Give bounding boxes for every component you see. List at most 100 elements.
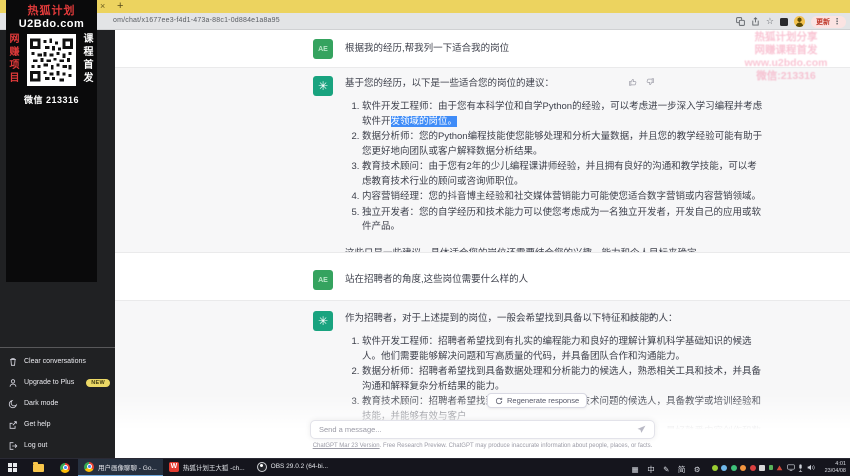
tray-speaker-icon[interactable] [807, 464, 815, 471]
message-input[interactable] [319, 425, 637, 434]
taskbar: 用户画像聊聊 - Go... W 热狐计划王大狐 -ch... OBS 29.0… [0, 458, 850, 476]
clock-date: 23/04/08 [824, 467, 846, 474]
task-button-chrome[interactable]: 用户画像聊聊 - Go... [78, 458, 163, 476]
message-text: 根据我的经历,帮我列一下适合我的岗位 [345, 43, 510, 54]
tray-icon[interactable] [711, 464, 718, 471]
trash-icon [10, 357, 16, 366]
ime-grid-icon: ▦ [631, 464, 639, 474]
tray-volume-warning-icon[interactable] [776, 464, 783, 471]
sidebar-item-clear-conversations[interactable]: Clear conversations [0, 351, 115, 372]
ime-simplified-icon[interactable]: 简 [678, 465, 686, 474]
ime-indicator[interactable]: ▦ 中 ✎ 简 ⚙ [628, 459, 701, 476]
file-explorer-button[interactable] [25, 459, 52, 476]
list-item-text: 内容营销经理：您的抖音博主经验和社交媒体营销能力可能使您适合数字营销或内容营销领… [362, 191, 762, 202]
share-icon[interactable] [751, 17, 760, 26]
openai-logo-icon: ✳ [317, 314, 329, 328]
refresh-icon [495, 397, 503, 404]
assistant-avatar: ✳ [313, 311, 333, 331]
message-text: 站在招聘者的角度,这些岗位需要什么样的人 [345, 274, 529, 285]
overlay-title: 热狐计划 [27, 5, 76, 17]
chrome-pinned-button[interactable] [52, 459, 78, 476]
list-item-text: 教育技术顾问：由于您有2年的少儿编程课讲师经验，并且拥有良好的沟通和教学技能，可… [362, 161, 757, 187]
task-button-wps[interactable]: W 热狐计划王大狐 -ch... [163, 459, 251, 476]
sidebar-item-label: Upgrade to Plus [24, 379, 75, 386]
list-item: 数据分析师：您的Python编程技能使您能够处理和分析大量数据，并且您的教学经验… [362, 130, 765, 159]
overlay-right-text: 课程首发 [83, 34, 94, 84]
sidebar-menu: Clear conversations Upgrade to Plus NEW … [0, 347, 115, 458]
tray-icon[interactable] [740, 464, 747, 471]
sidebar-item-label: Clear conversations [24, 358, 86, 365]
windows-icon [8, 463, 17, 472]
sidebar-item-log-out[interactable]: Log out [0, 435, 115, 456]
user-icon [9, 378, 17, 387]
tray-clock[interactable]: 4:01 23/04/08 [825, 461, 846, 474]
qr-promo-overlay: 热狐计划 U2Bdo.com 网赚项目 课程首发 微信 213316 [6, 0, 97, 282]
openai-logo-icon: ✳ [317, 79, 329, 93]
sidebar-item-upgrade-to-plus[interactable]: Upgrade to Plus NEW [0, 372, 115, 393]
tray-icon[interactable] [749, 464, 756, 471]
qr-middle: 网赚项目 课程首发 [6, 33, 97, 89]
assistant-avatar: ✳ [313, 76, 333, 96]
assistant-outro: 这些只是一些建议，具体适合您的岗位还需要结合您的兴趣、能力和个人目标来确定。 [345, 247, 707, 253]
regenerate-button[interactable]: Regenerate response [487, 393, 588, 408]
bookmark-star-icon[interactable]: ☆ [766, 17, 774, 26]
screen: × + om/chat/x1677ee3-f4d1-473a-88c1-0d88… [0, 0, 850, 476]
chrome-icon [60, 462, 70, 473]
sidebar-item-get-help[interactable]: Get help [0, 414, 115, 435]
update-button[interactable]: 更新 ⋮ [811, 15, 846, 28]
list-item: 独立开发者：您的自学经历和技术能力可以使您考虑成为一名独立开发者，开发自己的应用… [362, 206, 765, 235]
qr-code-image [27, 34, 76, 86]
send-icon[interactable] [637, 425, 646, 434]
browser-toolbar-icons: ☆ 更新 ⋮ [736, 15, 846, 28]
sidebar-item-label: Log out [24, 442, 48, 449]
taskbar-right: ▦ 中 ✎ 简 ⚙ 4:01 23/04/08 [628, 459, 850, 476]
footer-disclaimer: . Free Research Preview. ChatGPT may pro… [379, 443, 653, 449]
moon-icon [8, 399, 18, 408]
sidebar-item-dark-mode[interactable]: Dark mode [0, 393, 115, 414]
start-button[interactable] [0, 459, 25, 476]
browser-tab-strip: × + [0, 0, 850, 13]
address-bar[interactable]: om/chat/x1677ee3-f4d1-473a-88c1-0d884e1a… [0, 13, 850, 30]
message-text: 基于您的经历，以下是一些适合您的岗位的建议： 软件开发工程师：由于您有本科学位和… [345, 76, 765, 253]
ime-settings-icon[interactable]: ⚙ [694, 465, 701, 474]
browser-profile-avatar[interactable] [794, 16, 805, 27]
regenerate-label: Regenerate response [507, 396, 580, 405]
user-message: AE 根据我的经历,帮我列一下适合我的岗位 [115, 30, 850, 67]
list-item-text: 软件开发工程师：招聘者希望找到有扎实的编程能力和良好的理解计算机科学基础知识的候… [362, 336, 752, 362]
chrome-icon [84, 461, 94, 472]
ime-language-icon[interactable]: 中 [647, 465, 655, 474]
tray-display-icon[interactable] [786, 464, 795, 471]
list-item-text: 数据分析师：您的Python编程技能使您能够处理和分析大量数据，并且您的教学经验… [362, 131, 763, 157]
assistant-message: ✳ 基于您的经历，以下是一些适合您的岗位的建议： 软件开发工程师：由于您有本科学… [115, 67, 850, 253]
list-item: 数据分析师：招聘者希望找到具备数据处理和分析能力的候选人，熟悉相关工具和技术，并… [362, 365, 765, 394]
file-explorer-icon [33, 461, 44, 472]
overlay-wechat: 微信 213316 [23, 95, 80, 105]
task-button-obs[interactable]: OBS 29.0.2 (64-bi... [251, 459, 334, 476]
footer-version-link[interactable]: ChatGPT Mar 23 Version [313, 443, 380, 449]
assistant-intro: 作为招聘者，对于上述提到的岗位，一般会希望找到具备以下特征和技能的人： [345, 313, 678, 324]
tray-icons [711, 463, 815, 472]
obs-icon [256, 461, 267, 472]
tray-icon[interactable] [759, 464, 766, 471]
user-avatar: AE [313, 39, 333, 59]
task-label: 用户画像聊聊 - Go... [98, 464, 157, 472]
user-message: AE 站在招聘者的角度,这些岗位需要什么样的人 [115, 253, 850, 300]
tray-icon[interactable] [768, 465, 773, 470]
user-avatar: AE [313, 270, 333, 290]
ime-pen-icon[interactable]: ✎ [663, 465, 669, 474]
tray-icon[interactable] [721, 464, 728, 471]
task-label: 热狐计划王大狐 -ch... [182, 464, 245, 472]
new-tab-button[interactable]: + [117, 0, 123, 13]
tray-icon[interactable] [730, 464, 737, 471]
overlay-site: U2Bdo.com [18, 18, 85, 30]
chatgpt-page: Clear conversations Upgrade to Plus NEW … [0, 30, 850, 458]
tab-close-icon[interactable]: × [100, 0, 105, 13]
chat-area: AE 根据我的经历,帮我列一下适合我的岗位 ✳ 基于您的经历，以下是一些适合您的… [115, 30, 850, 458]
message-input-container [310, 420, 655, 439]
extensions-icon[interactable] [780, 17, 788, 26]
external-link-icon [9, 420, 17, 429]
translate-icon[interactable] [736, 17, 745, 26]
browser-menu-icon[interactable]: ⋮ [833, 17, 841, 26]
tray-mic-icon[interactable] [798, 463, 803, 472]
url-text[interactable]: om/chat/x1677ee3-f4d1-473a-88c1-0d884e1a… [113, 17, 280, 24]
